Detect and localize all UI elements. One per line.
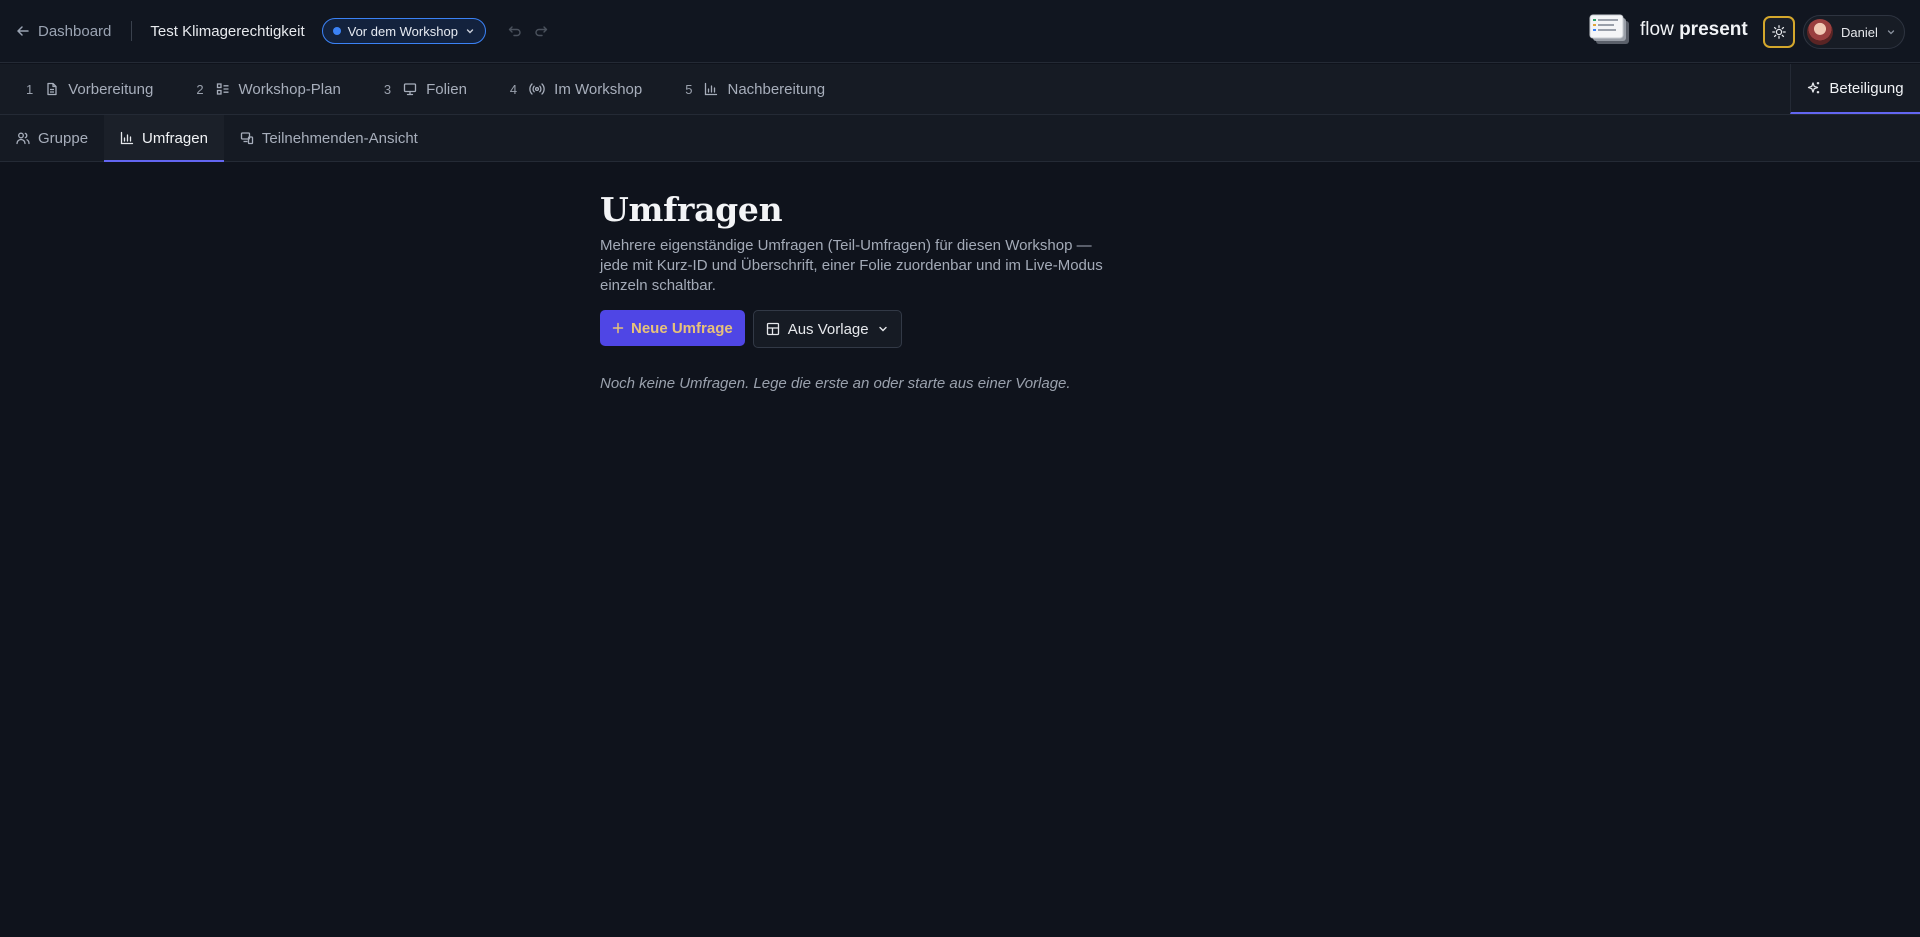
template-icon	[766, 322, 780, 336]
step-number: 3	[383, 81, 392, 97]
sub-tabs-bar: Gruppe Umfragen Teilnehmenden-Ansicht	[0, 115, 1920, 162]
empty-state-message: Noch keine Umfragen. Lege die erste an o…	[600, 375, 1071, 392]
page-description: Mehrere eigenständige Umfragen (Teil-Umf…	[600, 237, 1103, 294]
from-template-dropdown[interactable]: Aus Vorlage	[752, 310, 902, 348]
avatar	[1807, 19, 1833, 45]
tab-label: Beteiligung	[1829, 79, 1904, 97]
step-workshop-plan[interactable]: 2 Workshop-Plan	[196, 64, 341, 114]
checklist-icon	[216, 82, 230, 96]
step-number: 1	[26, 81, 34, 97]
step-label: Workshop-Plan	[238, 80, 341, 98]
chevron-down-icon	[877, 323, 889, 335]
user-name: Daniel	[1841, 24, 1878, 40]
step-label: Folien	[426, 80, 467, 98]
bar-chart-icon	[704, 82, 718, 96]
page-title: Umfragen	[600, 190, 783, 229]
action-buttons: Neue Umfrage Aus Vorlage	[600, 310, 1120, 348]
subtab-label: Teilnehmenden-Ansicht	[261, 129, 418, 147]
step-number: 5	[685, 81, 693, 97]
divider	[131, 21, 133, 41]
brand-name-bold: present	[1679, 19, 1748, 40]
subtab-label: Gruppe	[38, 129, 89, 147]
user-menu-button[interactable]: Daniel	[1803, 15, 1905, 49]
back-to-dashboard-link[interactable]: Dashboard	[16, 23, 111, 40]
bar-chart-icon	[120, 131, 134, 145]
status-label: Vor dem Workshop	[347, 23, 458, 39]
sparkles-icon	[1807, 81, 1821, 95]
workflow-steps-bar: 1 Vorbereitung 2 Workshop-Plan 3 Folien …	[0, 64, 1920, 115]
tab-beteiligung[interactable]: Beteiligung	[1790, 64, 1920, 114]
broadcast-icon	[529, 82, 545, 96]
status-dot-icon	[332, 27, 341, 35]
subtab-umfragen[interactable]: Umfragen	[104, 115, 224, 162]
step-vorbereitung[interactable]: 1 Vorbereitung	[26, 64, 153, 114]
users-icon	[16, 131, 30, 145]
devices-icon	[240, 131, 254, 145]
workshop-status-dropdown[interactable]: Vor dem Workshop	[321, 18, 486, 44]
template-label: Aus Vorlage	[787, 320, 869, 338]
undo-icon[interactable]	[508, 24, 522, 38]
brand-name: flow present	[1640, 19, 1748, 41]
new-poll-label: Neue Umfrage	[631, 319, 733, 337]
step-label: Nachbereitung	[727, 80, 826, 98]
logo-icon	[1589, 14, 1631, 46]
step-im-workshop[interactable]: 4 Im Workshop	[510, 64, 642, 114]
polls-section: Umfragen Mehrere eigenständige Umfragen …	[600, 190, 1120, 392]
undo-redo-group	[508, 24, 548, 38]
brand-name-light: flow	[1640, 19, 1674, 40]
step-folien[interactable]: 3 Folien	[384, 64, 467, 114]
document-icon	[45, 82, 59, 96]
subtab-teilnehmenden-ansicht[interactable]: Teilnehmenden-Ansicht	[224, 115, 434, 161]
chevron-down-icon	[1886, 27, 1896, 37]
arrow-left-icon	[16, 24, 30, 38]
brand-logo[interactable]: flow present	[1589, 12, 1748, 48]
theme-toggle-button[interactable]	[1763, 16, 1795, 48]
presentation-icon	[403, 82, 417, 96]
subtab-gruppe[interactable]: Gruppe	[0, 115, 104, 161]
step-number: 4	[509, 81, 518, 97]
step-nachbereitung[interactable]: 5 Nachbereitung	[685, 64, 825, 114]
sun-icon	[1772, 25, 1786, 39]
workshop-title: Test Klimagerechtigkeit	[150, 22, 305, 40]
redo-icon[interactable]	[534, 24, 548, 38]
step-label: Im Workshop	[554, 80, 643, 98]
plus-icon	[612, 322, 624, 334]
chevron-down-icon	[465, 26, 475, 36]
back-label: Dashboard	[38, 22, 112, 40]
subtab-label: Umfragen	[142, 129, 208, 147]
step-number: 2	[196, 81, 204, 97]
new-poll-button[interactable]: Neue Umfrage	[600, 310, 745, 346]
step-label: Vorbereitung	[68, 80, 154, 98]
